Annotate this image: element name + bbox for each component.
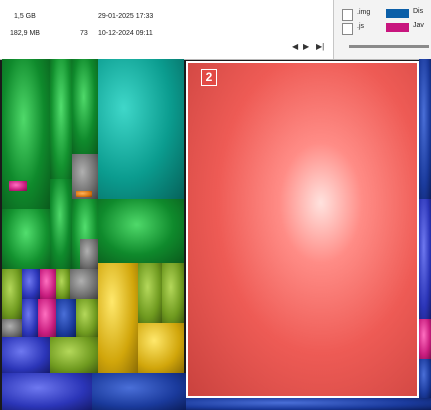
treemap-block[interactable] xyxy=(92,373,186,410)
treemap-block[interactable] xyxy=(98,199,184,263)
legend-color-swatch xyxy=(386,23,409,32)
file-size: 1,5 GB xyxy=(14,13,36,20)
next-page-button[interactable]: ▶ xyxy=(303,42,309,51)
treemap-block[interactable] xyxy=(138,263,162,323)
treemap-block[interactable] xyxy=(138,323,184,373)
legend-extension: .img xyxy=(357,9,371,16)
treemap-block[interactable] xyxy=(2,269,22,319)
js-file-icon xyxy=(342,23,353,35)
treemap-block[interactable] xyxy=(38,299,56,337)
legend-row[interactable]: .img Dis xyxy=(340,8,431,22)
treemap-block[interactable] xyxy=(2,337,50,373)
treemap-block[interactable] xyxy=(2,319,22,337)
treemap-block[interactable] xyxy=(50,337,98,373)
last-page-button[interactable]: ▶| xyxy=(316,42,324,51)
treemap-block[interactable] xyxy=(80,239,98,269)
treemap-block[interactable] xyxy=(70,269,98,299)
treemap-block[interactable] xyxy=(419,359,431,398)
treemap-block[interactable] xyxy=(98,59,184,199)
legend-scrollbar[interactable] xyxy=(349,45,429,48)
treemap-block[interactable] xyxy=(22,299,38,337)
file-date: 10-12-2024 09:11 xyxy=(98,30,153,37)
legend-row[interactable]: .js Jav xyxy=(340,22,431,36)
treemap-block[interactable] xyxy=(72,59,98,154)
extension-legend: .img Dis .js Jav xyxy=(340,8,431,36)
treemap-block[interactable] xyxy=(162,263,184,323)
legend-extension: .js xyxy=(357,23,364,30)
selection-marker: 2 xyxy=(201,69,217,86)
file-size: 182,9 MB xyxy=(10,30,40,37)
file-icon xyxy=(342,9,353,21)
treemap-block[interactable] xyxy=(419,199,431,319)
prev-page-button[interactable]: ◀ xyxy=(292,42,298,51)
treemap-block[interactable] xyxy=(56,299,76,337)
legend-color-swatch xyxy=(386,9,409,18)
selected-treemap-block[interactable]: 2 xyxy=(186,61,419,398)
treemap-block[interactable] xyxy=(76,299,98,337)
treemap-block[interactable] xyxy=(22,269,40,299)
treemap-block[interactable] xyxy=(98,263,138,373)
treemap-block[interactable] xyxy=(56,269,70,299)
file-count: 73 xyxy=(80,30,88,37)
treemap-block[interactable] xyxy=(40,269,56,299)
treemap-block[interactable] xyxy=(50,179,72,269)
legend-description: Dis xyxy=(413,8,424,15)
treemap-block[interactable] xyxy=(419,319,431,359)
file-date: 29-01-2025 17:33 xyxy=(98,13,154,20)
treemap[interactable]: 2 xyxy=(0,59,431,410)
treemap-block[interactable] xyxy=(186,398,431,410)
treemap-block[interactable] xyxy=(419,59,431,199)
treemap-block[interactable] xyxy=(76,191,92,197)
treemap-block[interactable] xyxy=(9,181,27,191)
treemap-block[interactable] xyxy=(2,209,50,269)
top-panel: 1,5 GB 29-01-2025 17:33 182,9 MB 73 10-1… xyxy=(0,0,431,60)
treemap-block[interactable] xyxy=(2,373,92,410)
file-list[interactable]: 1,5 GB 29-01-2025 17:33 182,9 MB 73 10-1… xyxy=(0,0,334,59)
treemap-block[interactable] xyxy=(50,59,72,179)
legend-description: Jav xyxy=(413,22,424,29)
